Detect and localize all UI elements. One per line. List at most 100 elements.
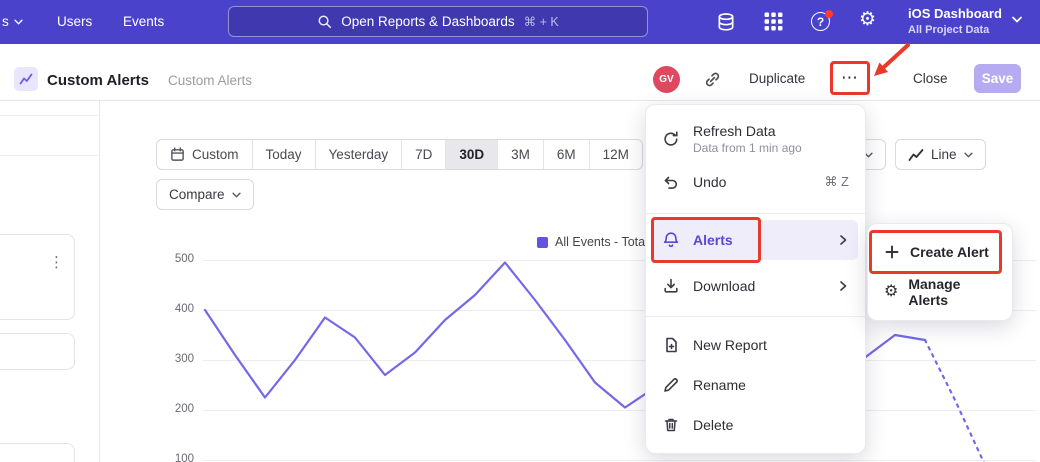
kebab-menu-icon[interactable]: ⋮	[49, 253, 64, 271]
menu-divider	[646, 316, 865, 317]
menu-item-undo[interactable]: Undo ⌘ Z	[646, 163, 865, 201]
sidebar-card[interactable]: ⋮	[0, 234, 75, 320]
project-chevron-down-icon[interactable]	[1012, 16, 1022, 23]
menu-item-label: Download	[693, 278, 755, 294]
submenu-item-label: Manage Alerts	[908, 276, 996, 308]
menu-item-shortcut: ⌘ Z	[824, 174, 849, 190]
menu-divider	[646, 213, 865, 214]
project-name: iOS Dashboard	[908, 6, 1002, 21]
y-axis-tick: 200	[160, 403, 194, 415]
segment-label: 30D	[459, 147, 484, 162]
project-scope: All Project Data	[908, 24, 1002, 36]
rename-pencil-icon	[662, 376, 680, 394]
menu-item-rename[interactable]: Rename	[646, 365, 865, 405]
ellipsis-icon: ⋯	[841, 68, 859, 88]
chevron-down-icon	[232, 192, 241, 198]
menu-item-refresh-data[interactable]: Refresh Data Data from 1 min ago	[646, 115, 865, 163]
menu-item-alerts[interactable]: Alerts	[653, 220, 858, 260]
calendar-icon	[170, 147, 185, 162]
save-button[interactable]: Save	[974, 64, 1021, 93]
segment-30d-selected[interactable]: 30D	[445, 140, 497, 169]
segment-12m[interactable]: 12M	[589, 140, 642, 169]
segment-label: Custom	[192, 147, 239, 162]
legend-label: All Events - Total	[555, 235, 648, 249]
submenu-item-label: Create Alert	[910, 244, 989, 260]
data-icon[interactable]	[716, 12, 736, 32]
share-link-icon[interactable]	[703, 70, 722, 89]
nav-item-label: s	[2, 14, 9, 29]
segment-label: 12M	[603, 147, 629, 162]
menu-item-label: Refresh Data	[693, 123, 802, 139]
project-switcher[interactable]: iOS Dashboard All Project Data	[908, 6, 1002, 36]
submenu-item-create-alert[interactable]: Create Alert	[868, 232, 1012, 272]
settings-gear-icon[interactable]: ⚙	[859, 10, 879, 30]
menu-item-delete[interactable]: Delete	[646, 405, 865, 445]
segment-6m[interactable]: 6M	[543, 140, 589, 169]
sidebar-divider	[0, 115, 100, 116]
nav-item-label: Users	[57, 14, 92, 29]
chart-type-button[interactable]: Line	[895, 139, 986, 170]
menu-item-text: Refresh Data Data from 1 min ago	[693, 123, 802, 155]
more-options-menu: Refresh Data Data from 1 min ago Undo ⌘ …	[645, 104, 866, 454]
chevron-right-icon	[837, 280, 849, 292]
notification-dot	[825, 10, 833, 18]
nav-item-events[interactable]: Events	[123, 14, 164, 29]
gear-icon: ⚙	[884, 284, 898, 300]
sidebar: ⋮	[0, 101, 100, 462]
search-icon	[317, 14, 332, 29]
segment-label: 6M	[557, 147, 576, 162]
report-icon	[14, 67, 38, 91]
breadcrumb: Custom Alerts	[168, 73, 252, 88]
sidebar-divider	[0, 155, 100, 156]
avatar[interactable]: GV	[653, 66, 680, 93]
line-chart-icon	[908, 147, 924, 163]
segment-label: 3M	[511, 147, 530, 162]
help-icon[interactable]: ?	[811, 12, 831, 32]
menu-item-new-report[interactable]: New Report	[646, 325, 865, 365]
nav-item-truncated[interactable]: s	[2, 14, 23, 29]
sidebar-card[interactable]	[0, 443, 75, 462]
menu-item-label: New Report	[693, 337, 767, 353]
more-options-button[interactable]: ⋯	[834, 64, 866, 92]
app-window: s Users Events Open Reports & Dashboards…	[0, 0, 1040, 462]
date-range-segmented-control: Custom Today Yesterday 7D 30D 3M 6M 12M	[156, 139, 643, 170]
y-axis-tick: 500	[160, 253, 194, 265]
chart-series-projection	[925, 340, 985, 462]
top-nav: s Users Events Open Reports & Dashboards…	[0, 0, 1040, 44]
download-icon	[662, 277, 680, 295]
segment-7d[interactable]: 7D	[401, 140, 445, 169]
segment-today[interactable]: Today	[252, 140, 315, 169]
report-header	[0, 44, 1040, 101]
submenu-item-manage-alerts[interactable]: ⚙ Manage Alerts	[868, 272, 1012, 312]
apps-grid-icon[interactable]	[764, 12, 784, 32]
y-axis-tick: 400	[160, 303, 194, 315]
compare-button[interactable]: Compare	[156, 179, 254, 210]
plus-icon	[884, 244, 900, 260]
chevron-down-icon	[964, 152, 973, 158]
y-axis-tick: 100	[160, 453, 194, 462]
sidebar-card[interactable]	[0, 333, 75, 370]
menu-item-label: Undo	[693, 174, 726, 190]
close-button[interactable]: Close	[913, 71, 948, 86]
page-title: Custom Alerts	[47, 72, 149, 89]
search-shortcut: ⌘ + K	[524, 14, 559, 29]
new-report-icon	[662, 336, 680, 354]
menu-item-label: Rename	[693, 377, 746, 393]
duplicate-button[interactable]: Duplicate	[749, 71, 805, 86]
nav-item-users[interactable]: Users	[57, 14, 92, 29]
segment-label: 7D	[415, 147, 432, 162]
menu-item-download[interactable]: Download	[646, 266, 865, 306]
segment-custom[interactable]: Custom	[157, 140, 252, 169]
search-placeholder: Open Reports & Dashboards	[341, 14, 514, 29]
undo-icon	[662, 173, 680, 191]
segment-yesterday[interactable]: Yesterday	[315, 140, 402, 169]
refresh-icon	[662, 130, 680, 148]
menu-item-label: Alerts	[693, 232, 733, 248]
segment-3m[interactable]: 3M	[497, 140, 543, 169]
compare-label: Compare	[169, 187, 225, 202]
alerts-bell-icon	[662, 231, 680, 249]
chart-legend[interactable]: All Events - Total	[537, 235, 648, 249]
search-input[interactable]: Open Reports & Dashboards ⌘ + K	[228, 6, 648, 37]
chevron-right-icon	[837, 234, 849, 246]
alerts-submenu: Create Alert ⚙ Manage Alerts	[867, 223, 1013, 321]
